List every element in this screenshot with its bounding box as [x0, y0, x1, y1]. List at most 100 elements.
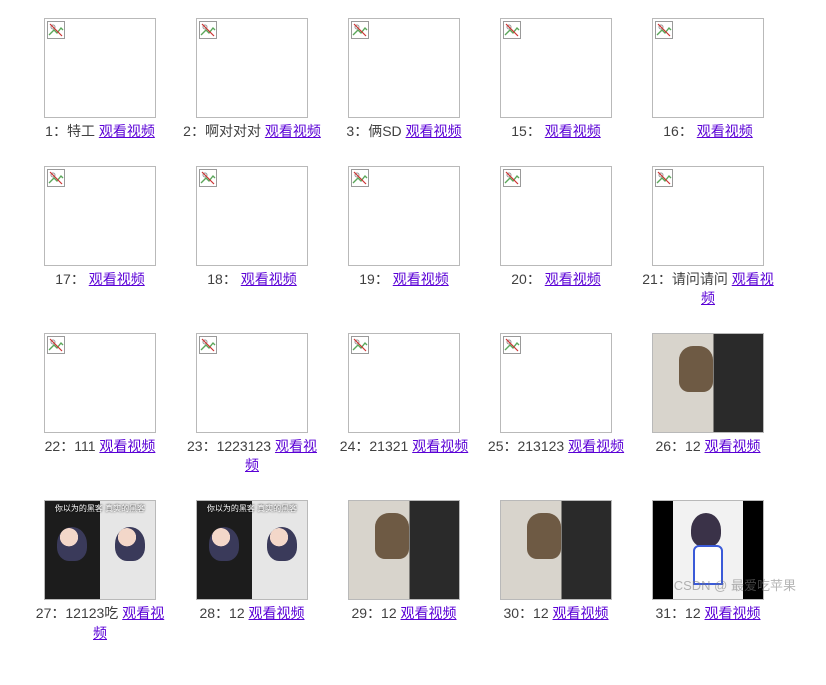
video-item: 23：1223123 观看视频	[176, 333, 328, 476]
video-thumbnail[interactable]: 你以为的黑客 真实的黑客	[44, 500, 156, 600]
watch-video-link[interactable]: 观看视频	[553, 605, 609, 621]
video-id: 31	[655, 605, 671, 621]
video-item: 你以为的黑客 真实的黑客28：12 观看视频	[176, 500, 328, 643]
video-item: 18： 观看视频	[176, 166, 328, 309]
video-title: 特工	[67, 123, 95, 139]
video-item: 17： 观看视频	[24, 166, 176, 309]
video-caption: 22：111 观看视频	[45, 437, 156, 457]
video-title: 12	[685, 605, 701, 621]
video-title: 111	[74, 438, 95, 454]
video-id: 3	[346, 123, 354, 139]
video-id: 16	[663, 123, 679, 139]
video-title: 12	[229, 605, 245, 621]
video-id: 19	[359, 271, 375, 287]
video-id: 2	[183, 123, 191, 139]
broken-image-icon	[500, 18, 612, 118]
video-caption: 15： 观看视频	[511, 122, 600, 142]
video-caption: 27：12123吃 观看视频	[30, 604, 170, 643]
video-item: 25：213123 观看视频	[480, 333, 632, 476]
watch-video-link[interactable]: 观看视频	[249, 605, 305, 621]
broken-image-icon	[196, 333, 308, 433]
watch-video-link[interactable]: 观看视频	[99, 123, 155, 139]
video-caption: 23：1223123 观看视频	[182, 437, 322, 476]
video-id: 29	[351, 605, 367, 621]
watch-video-link[interactable]: 观看视频	[99, 438, 155, 454]
video-title: 12	[685, 438, 701, 454]
broken-image-icon	[44, 18, 156, 118]
video-title: 21321	[369, 438, 408, 454]
video-item: 1：特工 观看视频	[24, 18, 176, 142]
video-caption: 18： 观看视频	[207, 270, 296, 290]
watch-video-link[interactable]: 观看视频	[705, 605, 761, 621]
video-id: 22	[45, 438, 61, 454]
video-caption: 16： 观看视频	[663, 122, 752, 142]
watch-video-link[interactable]: 观看视频	[401, 605, 457, 621]
video-item: 19： 观看视频	[328, 166, 480, 309]
video-title: 请问请问	[672, 271, 728, 287]
video-id: 1	[45, 123, 53, 139]
video-caption: 26：12 观看视频	[655, 437, 760, 457]
video-item: 20： 观看视频	[480, 166, 632, 309]
video-id: 18	[207, 271, 223, 287]
watch-video-link[interactable]: 观看视频	[705, 438, 761, 454]
video-item: 3：俩SD 观看视频	[328, 18, 480, 142]
video-thumbnail[interactable]	[652, 333, 764, 433]
video-caption: 31：12 观看视频	[655, 604, 760, 624]
broken-image-icon	[500, 166, 612, 266]
video-id: 26	[655, 438, 671, 454]
broken-image-icon	[44, 166, 156, 266]
broken-image-icon	[44, 333, 156, 433]
video-item: 2：啊对对对 观看视频	[176, 18, 328, 142]
video-title: 12	[533, 605, 549, 621]
broken-image-icon	[500, 333, 612, 433]
video-id: 15	[511, 123, 527, 139]
watch-video-link[interactable]: 观看视频	[412, 438, 468, 454]
video-id: 21	[642, 271, 658, 287]
video-item: 你以为的黑客 真实的黑客 27：12123吃 观看视频	[24, 500, 176, 643]
video-id: 27	[36, 605, 52, 621]
watch-video-link[interactable]: 观看视频	[265, 123, 321, 139]
watch-video-link[interactable]: 观看视频	[406, 123, 462, 139]
video-thumbnail[interactable]: 你以为的黑客 真实的黑客	[196, 500, 308, 600]
video-caption: 1：特工 观看视频	[45, 122, 155, 142]
video-caption: 2：啊对对对 观看视频	[183, 122, 321, 142]
watch-video-link[interactable]: 观看视频	[568, 438, 624, 454]
video-thumbnail[interactable]	[652, 500, 764, 600]
watch-video-link[interactable]: 观看视频	[241, 271, 297, 287]
video-thumbnail[interactable]	[500, 500, 612, 600]
video-title: 1223123	[217, 438, 272, 454]
video-title: 啊对对对	[205, 123, 261, 139]
broken-image-icon	[652, 18, 764, 118]
broken-image-icon	[348, 18, 460, 118]
video-id: 17	[55, 271, 71, 287]
video-title: 12	[381, 605, 397, 621]
watch-video-link[interactable]: 观看视频	[545, 123, 601, 139]
video-thumbnail[interactable]	[348, 500, 460, 600]
video-title: 12123吃	[65, 605, 118, 621]
video-id: 20	[511, 271, 527, 287]
video-caption: 25：213123 观看视频	[488, 437, 624, 457]
broken-image-icon	[348, 333, 460, 433]
watch-video-link[interactable]: 观看视频	[697, 123, 753, 139]
broken-image-icon	[652, 166, 764, 266]
watch-video-link[interactable]: 观看视频	[89, 271, 145, 287]
video-caption: 20： 观看视频	[511, 270, 600, 290]
video-item: 24：21321 观看视频	[328, 333, 480, 476]
video-item: 21：请问请问 观看视频	[632, 166, 784, 309]
video-caption: 17： 观看视频	[55, 270, 144, 290]
video-id: 30	[503, 605, 519, 621]
video-title: 213123	[517, 438, 564, 454]
video-item: 26：12 观看视频	[632, 333, 784, 476]
broken-image-icon	[196, 18, 308, 118]
video-id: 24	[340, 438, 356, 454]
video-item: 16： 观看视频	[632, 18, 784, 142]
video-caption: 29：12 观看视频	[351, 604, 456, 624]
video-id: 25	[488, 438, 504, 454]
video-title: 俩SD	[368, 123, 401, 139]
video-item: 30：12 观看视频	[480, 500, 632, 643]
video-caption: 30：12 观看视频	[503, 604, 608, 624]
watch-video-link[interactable]: 观看视频	[393, 271, 449, 287]
watch-video-link[interactable]: 观看视频	[545, 271, 601, 287]
video-id: 28	[199, 605, 215, 621]
video-id: 23	[187, 438, 203, 454]
